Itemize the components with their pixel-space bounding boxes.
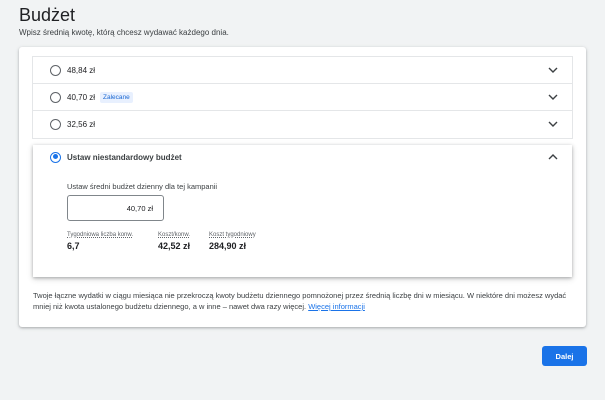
stat-value: 284,90 zł bbox=[209, 241, 247, 251]
weekly-conversions-stat: Tygodniowa liczba konw. 6,7 bbox=[67, 232, 133, 251]
budget-footnote: Twoje łączne wydatki w ciągu miesiąca ni… bbox=[33, 290, 573, 312]
next-button[interactable]: Dalej bbox=[542, 346, 587, 366]
budget-option-high[interactable]: 48,84 zł bbox=[33, 57, 572, 84]
radio-button-selected[interactable] bbox=[50, 151, 61, 163]
footnote-text: Twoje łączne wydatki w ciągu miesiąca ni… bbox=[33, 291, 567, 311]
daily-budget-input[interactable] bbox=[67, 195, 164, 221]
learn-more-link[interactable]: Więcej informacji bbox=[308, 302, 365, 311]
budget-option-low[interactable]: 32,56 zł bbox=[33, 111, 572, 138]
budget-option-recommended[interactable]: 40,70 zł Zalecane bbox=[33, 84, 572, 111]
radio-button[interactable] bbox=[50, 65, 61, 76]
radio-button[interactable] bbox=[50, 92, 61, 103]
weekly-cost-stat: Koszt tygodniowy 284,90 zł bbox=[209, 232, 256, 251]
cost-per-conversion-stat: Koszt/konw. 42,52 zł bbox=[158, 232, 190, 251]
chevron-down-icon[interactable] bbox=[548, 66, 558, 74]
stat-label[interactable]: Koszt/konw. bbox=[158, 232, 190, 238]
daily-budget-field-label: Ustaw średni budżet dzienny dla tej kamp… bbox=[67, 182, 218, 191]
stat-label[interactable]: Tygodniowa liczba konw. bbox=[67, 232, 133, 238]
budget-option-label: 48,84 zł bbox=[67, 66, 96, 75]
custom-budget-label: Ustaw niestandardowy budżet bbox=[67, 152, 182, 162]
budget-option-label: 40,70 zł bbox=[67, 93, 96, 102]
radio-button[interactable] bbox=[50, 119, 61, 130]
stat-label[interactable]: Koszt tygodniowy bbox=[209, 232, 256, 238]
budget-option-label: 32,56 zł bbox=[67, 120, 96, 129]
page-title: Budżet bbox=[19, 5, 76, 25]
custom-budget-panel: Ustaw niestandardowy budżet Ustaw średni… bbox=[33, 145, 572, 277]
chevron-down-icon[interactable] bbox=[548, 93, 558, 101]
page-subtitle: Wpisz średnią kwotę, którą chcesz wydawa… bbox=[19, 28, 229, 37]
stat-value: 6,7 bbox=[67, 241, 80, 251]
chevron-up-icon[interactable] bbox=[548, 153, 558, 161]
custom-budget-header[interactable]: Ustaw niestandardowy budżet bbox=[33, 145, 572, 169]
budget-card: 48,84 zł 40,70 zł Zalecane 32,56 zł Usta… bbox=[19, 47, 586, 327]
chevron-down-icon[interactable] bbox=[548, 120, 558, 128]
recommended-badge: Zalecane bbox=[100, 92, 133, 103]
stat-value: 42,52 zł bbox=[158, 241, 191, 251]
